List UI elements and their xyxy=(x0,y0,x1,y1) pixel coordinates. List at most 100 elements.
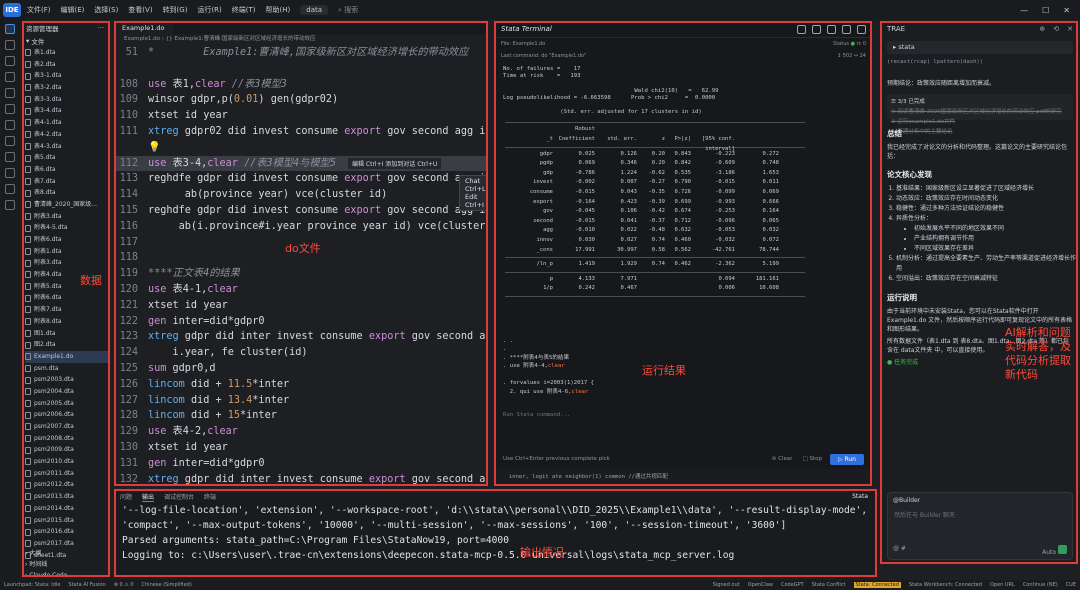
database-icon[interactable] xyxy=(5,184,15,194)
file-item[interactable]: 图2.dta xyxy=(25,339,109,351)
chat-icon[interactable] xyxy=(5,168,15,178)
file-item[interactable]: 曹清峰_2020_国家级... xyxy=(25,199,109,211)
file-item[interactable]: 表6.dta xyxy=(25,164,109,176)
file-item[interactable]: psm2013.dta xyxy=(25,491,109,503)
file-item[interactable]: 附表6.dta xyxy=(25,234,109,246)
panel-tab[interactable]: 输出 xyxy=(142,492,155,502)
code-lines[interactable]: 51 * Example1:曹清峰,国家级新区对区域经济增长的带动效应 108 use… xyxy=(114,45,487,486)
status-item[interactable]: OpenClaw xyxy=(748,582,773,588)
status-item[interactable]: Launchpad: Stata: Idle xyxy=(4,582,60,588)
chat-edit-hint[interactable]: Chat Ctrl+L Edit Ctrl+I xyxy=(459,175,487,211)
testing-icon[interactable] xyxy=(5,120,15,130)
file-item[interactable]: 附表6.dta xyxy=(25,292,109,304)
file-item[interactable]: psm2015.dta xyxy=(25,515,109,527)
menu-item[interactable]: 文件(F) xyxy=(27,5,51,15)
file-item[interactable]: Example1.do xyxy=(25,350,109,363)
file-item[interactable]: 表4-2.dta xyxy=(25,129,109,141)
status-item[interactable]: Stata Conflict xyxy=(812,582,846,588)
file-item[interactable]: 附表3.dta xyxy=(25,211,109,223)
file-item[interactable]: psm2005.dta xyxy=(25,398,109,410)
menu-item[interactable]: 选择(S) xyxy=(94,5,118,15)
file-item[interactable]: 附表8.dta xyxy=(25,316,109,328)
window-icon[interactable] xyxy=(842,24,851,34)
file-item[interactable]: psm2008.dta xyxy=(25,433,109,445)
explorer-section[interactable]: › 时间线 xyxy=(21,559,109,570)
file-item[interactable]: 表3-4.dta xyxy=(25,105,109,117)
chat-input[interactable]: @Builder 然后在与 Builder 聊天 @ # Auto xyxy=(887,492,1073,560)
file-item[interactable]: psm2010.dta xyxy=(25,456,109,468)
file-item[interactable]: 表1.dta xyxy=(25,47,109,59)
inline-edit-hint[interactable]: 编辑 Ctrl+I 添加到对话 Ctrl+U xyxy=(347,157,443,170)
builder-mention[interactable]: @Builder xyxy=(888,493,1072,508)
status-item[interactable]: Signed out xyxy=(713,582,740,588)
panel-tab[interactable]: 终端 xyxy=(204,492,216,501)
remote-icon[interactable] xyxy=(5,104,15,114)
history-icon[interactable]: ⟲ xyxy=(1053,25,1059,33)
file-item[interactable]: psm2011.dta xyxy=(25,468,109,480)
file-item[interactable]: 附表4-5.dta xyxy=(25,222,109,234)
file-item[interactable]: psm2014.dta xyxy=(25,503,109,515)
file-item[interactable]: psm2006.dta xyxy=(25,409,109,421)
panel-tab[interactable]: 调试控制台 xyxy=(164,492,194,501)
menu-item[interactable]: 帮助(H) xyxy=(266,5,291,15)
file-item[interactable]: psm2016.dta xyxy=(25,526,109,538)
stata-output-selector[interactable]: Stata xyxy=(852,493,868,500)
explorer-section[interactable]: › 大纲 xyxy=(21,548,109,559)
stata-icon[interactable] xyxy=(5,136,15,146)
status-item[interactable]: Continue (NE) xyxy=(1023,582,1058,588)
run-button[interactable]: ▷ Run xyxy=(829,453,864,465)
menu-item[interactable]: 转到(G) xyxy=(163,5,188,15)
clear-button[interactable]: ⊘ Clear xyxy=(772,456,793,462)
file-item[interactable]: 表2.dta xyxy=(25,59,109,71)
split-icon[interactable] xyxy=(827,24,836,34)
new-chat-icon[interactable]: ⊕ xyxy=(1039,25,1045,33)
extensions-icon[interactable] xyxy=(5,88,15,98)
source-control-icon[interactable] xyxy=(5,56,15,66)
send-icon[interactable] xyxy=(1058,545,1067,554)
menu-item[interactable]: 编辑(E) xyxy=(61,5,85,15)
window-control[interactable]: ☐ xyxy=(1042,6,1049,15)
file-item[interactable]: 表4-1.dta xyxy=(25,117,109,129)
search-box[interactable]: ⌕ 搜索 xyxy=(338,5,358,15)
status-item[interactable]: CUE xyxy=(1066,582,1076,588)
file-item[interactable]: 表3-3.dta xyxy=(25,94,109,106)
tab-example1-do[interactable]: Example1.do xyxy=(114,21,173,34)
search-icon[interactable] xyxy=(5,40,15,50)
run-debug-icon[interactable] xyxy=(5,72,15,82)
panel-tab[interactable]: 问题 xyxy=(120,492,132,501)
menu-item[interactable]: 终端(T) xyxy=(232,5,256,15)
window-control[interactable]: ✕ xyxy=(1063,6,1070,15)
file-item[interactable]: psm2003.dta xyxy=(25,374,109,386)
play-icon[interactable] xyxy=(797,24,806,34)
mode-select[interactable]: Auto xyxy=(1042,549,1056,556)
file-item[interactable]: psm2004.dta xyxy=(25,386,109,398)
more-icon[interactable]: ··· xyxy=(98,24,104,32)
file-item[interactable]: psm2009.dta xyxy=(25,444,109,456)
window-control[interactable]: — xyxy=(1020,6,1028,15)
timeline-icon[interactable] xyxy=(5,200,15,210)
stop-button[interactable]: □ Stop xyxy=(802,456,821,462)
file-chip[interactable]: ▸ stata xyxy=(887,41,1073,54)
menu-item[interactable]: 运行(R) xyxy=(197,5,221,15)
attach-icon[interactable]: @ # xyxy=(893,545,906,556)
status-item[interactable]: ⊗ 0 ⚠ 0 xyxy=(114,582,134,588)
status-item[interactable]: Stata Workbench: Connected xyxy=(909,582,982,588)
close-panel-icon[interactable]: ✕ xyxy=(1067,25,1073,33)
status-item[interactable]: Stata: Connected xyxy=(853,582,901,588)
close-icon[interactable] xyxy=(857,24,866,34)
status-item[interactable]: Chinese (Simplified) xyxy=(142,582,192,588)
file-item[interactable]: 图1.dta xyxy=(25,328,109,340)
status-item[interactable]: Stata AI Fusion xyxy=(68,582,105,588)
file-item[interactable]: 表8.dta xyxy=(25,187,109,199)
file-item[interactable]: 表3-1.dta xyxy=(25,70,109,82)
file-item[interactable]: 表4-3.dta xyxy=(25,141,109,153)
file-item[interactable]: 附表1.dta xyxy=(25,246,109,258)
file-item[interactable]: psm.dta xyxy=(25,363,109,375)
file-item[interactable]: 表3-2.dta xyxy=(25,82,109,94)
file-item[interactable]: psm2007.dta xyxy=(25,421,109,433)
status-item[interactable]: CodeGPT xyxy=(781,582,804,588)
file-item[interactable]: 附表3.dta xyxy=(25,257,109,269)
docker-icon[interactable] xyxy=(5,152,15,162)
project-selector[interactable]: data xyxy=(300,5,329,15)
status-item[interactable]: Open URL xyxy=(990,582,1015,588)
